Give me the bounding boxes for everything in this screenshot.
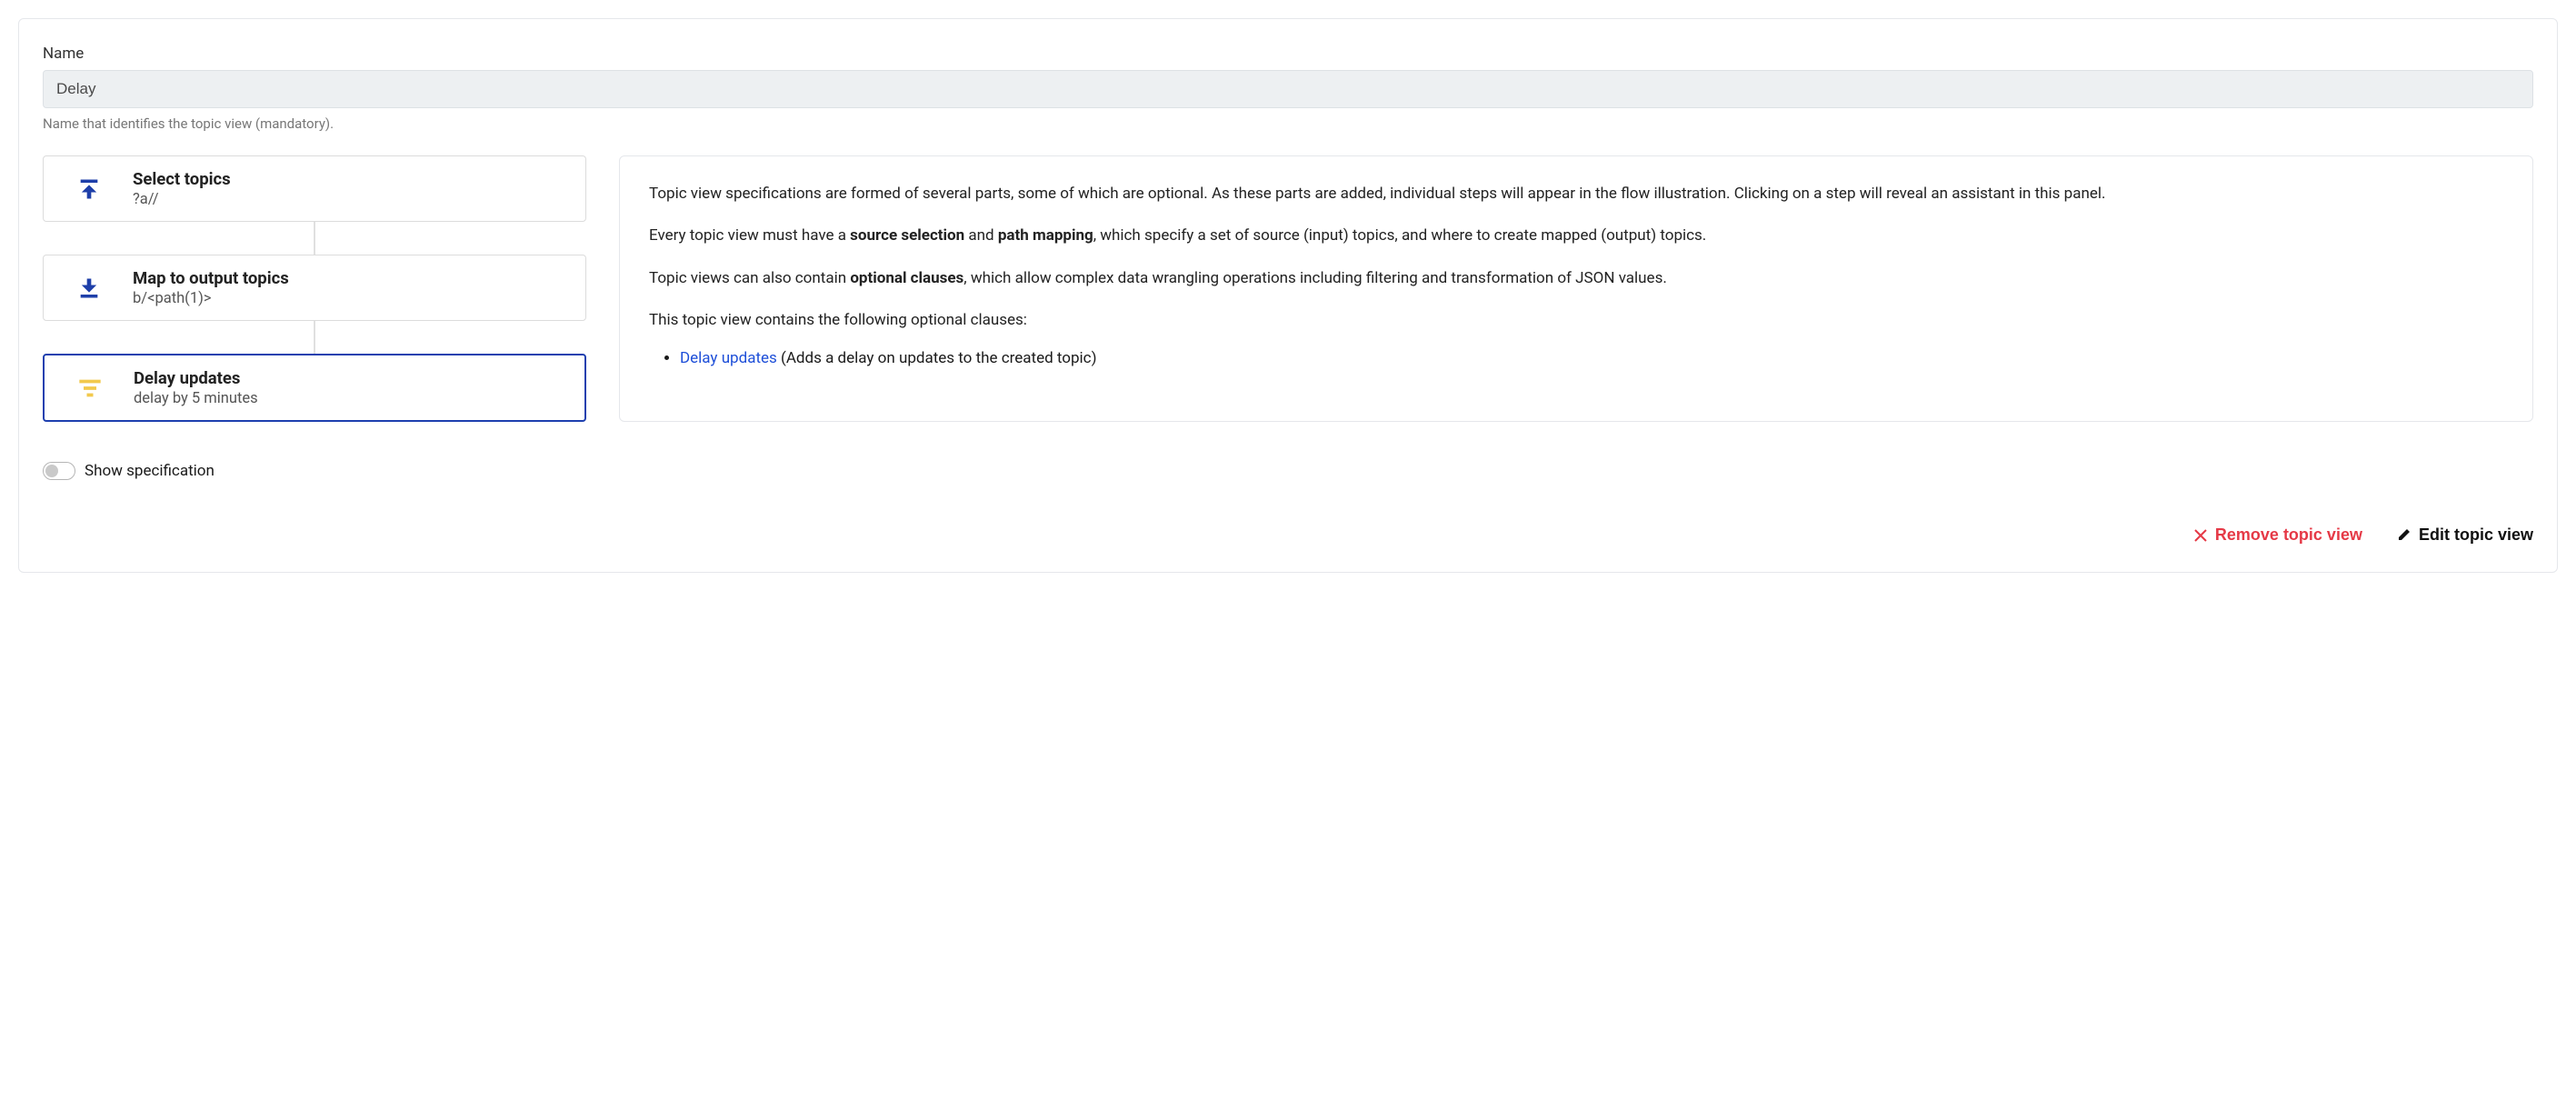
show-spec-label: Show specification [85,462,215,480]
name-hint: Name that identifies the topic view (man… [43,115,2533,132]
show-spec-toggle[interactable] [43,462,75,480]
flow-step-sub: delay by 5 minutes [134,390,568,407]
topic-view-editor: Name Name that identifies the topic view… [18,18,2558,573]
info-paragraph: Topic view specifications are formed of … [649,182,2503,205]
optional-clause-item: Delay updates (Adds a delay on updates t… [680,346,2503,370]
flow-step-sub: ?a// [133,191,569,208]
remove-topic-view-button[interactable]: Remove topic view [2193,525,2362,545]
close-icon [2193,528,2208,543]
flow-step-map-output[interactable]: Map to output topics b/<path(1)> [43,255,586,321]
flow-step-title: Select topics [133,169,569,189]
info-paragraph: This topic view contains the following o… [649,308,2503,332]
upload-icon [71,176,107,202]
show-spec-toggle-wrap: Show specification [43,462,215,480]
info-paragraph: Topic views can also contain optional cl… [649,266,2503,290]
flow-connector [314,222,315,255]
name-input[interactable] [43,70,2533,108]
optional-clause-list: Delay updates (Adds a delay on updates t… [649,346,2503,370]
info-panel: Topic view specifications are formed of … [619,155,2533,422]
pencil-icon [2397,527,2411,542]
flow-step-sub: b/<path(1)> [133,290,569,307]
info-paragraph: Every topic view must have a source sele… [649,224,2503,247]
name-label: Name [43,45,2533,63]
edit-topic-view-button[interactable]: Edit topic view [2397,525,2533,545]
footer-row: Show specification [43,462,2533,480]
flow-connector [314,321,315,354]
flow-step-title: Delay updates [134,368,568,388]
flow-column: Select topics ?a// Map to output topics … [43,155,586,422]
delay-updates-link[interactable]: Delay updates [680,349,777,367]
flow-step-select-topics[interactable]: Select topics ?a// [43,155,586,222]
download-icon [71,275,107,301]
filter-icon [72,377,108,399]
actions-row: Remove topic view Edit topic view [43,525,2533,545]
toggle-knob [45,465,58,477]
content-row: Select topics ?a// Map to output topics … [43,155,2533,422]
flow-step-title: Map to output topics [133,268,569,288]
flow-step-delay-updates[interactable]: Delay updates delay by 5 minutes [43,354,586,422]
